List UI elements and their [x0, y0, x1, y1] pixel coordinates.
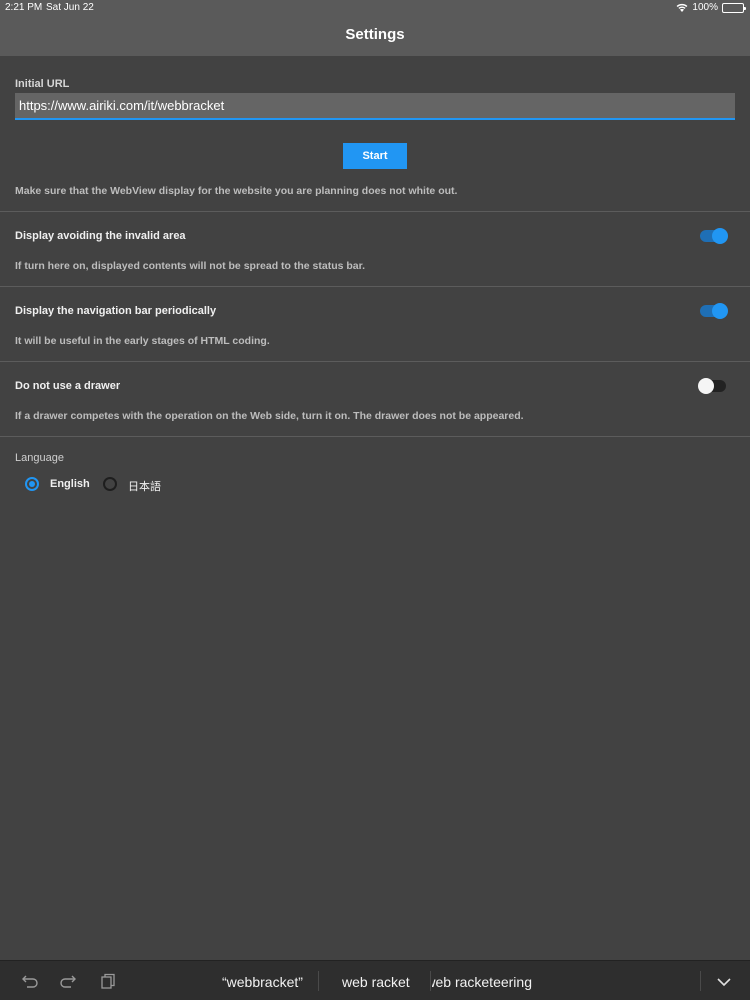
toggle-navigation-bar[interactable] [700, 303, 728, 319]
suggestion-quoted[interactable]: “webbracket” [222, 974, 303, 990]
toggle-knob [712, 228, 728, 244]
battery-icon [722, 2, 746, 13]
initial-url-input[interactable] [15, 93, 735, 120]
navigation-bar: 2:21 PM Sat Jun 22 100% Settings [0, 0, 750, 56]
keyboard-suggestion-bar: “webbracket” web racket web racketeering [0, 960, 750, 1000]
option-description-avoid-invalid-area: If turn here on, displayed contents will… [15, 260, 366, 272]
undo-icon[interactable] [22, 973, 38, 989]
option-description-no-drawer: If a drawer competes with the operation … [15, 410, 524, 422]
start-button[interactable]: Start [343, 143, 407, 169]
suggestion-separator [700, 971, 701, 991]
suggestion-separator [318, 971, 319, 991]
suggestion-web-racketeering[interactable]: web racketeering [432, 974, 532, 990]
radio-label-japanese[interactable]: 日本語 [128, 478, 161, 494]
suggestion-web-racket[interactable]: web racket [342, 974, 410, 990]
url-note: Make sure that the WebView display for t… [15, 185, 458, 197]
divider [0, 361, 750, 362]
radio-label-english[interactable]: English [50, 478, 90, 490]
option-title-avoid-invalid-area: Display avoiding the invalid area [15, 230, 186, 242]
chevron-down-icon[interactable] [716, 974, 732, 990]
radio-japanese[interactable] [103, 477, 117, 491]
battery-percent: 100% [692, 2, 718, 13]
status-date: Sat Jun 22 [46, 2, 94, 13]
toggle-knob [698, 378, 714, 394]
status-time: 2:21 PM [5, 2, 43, 13]
divider [0, 211, 750, 212]
radio-english[interactable] [25, 477, 39, 491]
page-title: Settings [345, 26, 405, 43]
wifi-icon [677, 3, 688, 12]
initial-url-label: Initial URL [15, 78, 70, 90]
redo-icon[interactable] [60, 973, 76, 989]
status-bar: 2:21 PM Sat Jun 22 100% [0, 0, 750, 16]
option-title-navigation-bar: Display the navigation bar periodically [15, 305, 217, 317]
toggle-knob [712, 303, 728, 319]
suggestion-separator [430, 971, 431, 991]
toggle-avoid-invalid-area[interactable] [700, 228, 728, 244]
language-label: Language [15, 452, 64, 464]
status-indicators: 100% [676, 2, 746, 13]
paste-icon[interactable] [100, 973, 116, 989]
option-title-no-drawer: Do not use a drawer [15, 380, 121, 392]
option-description-navigation-bar: It will be useful in the early stages of… [15, 335, 270, 347]
divider [0, 436, 750, 437]
toggle-no-drawer[interactable] [698, 378, 726, 394]
divider [0, 286, 750, 287]
